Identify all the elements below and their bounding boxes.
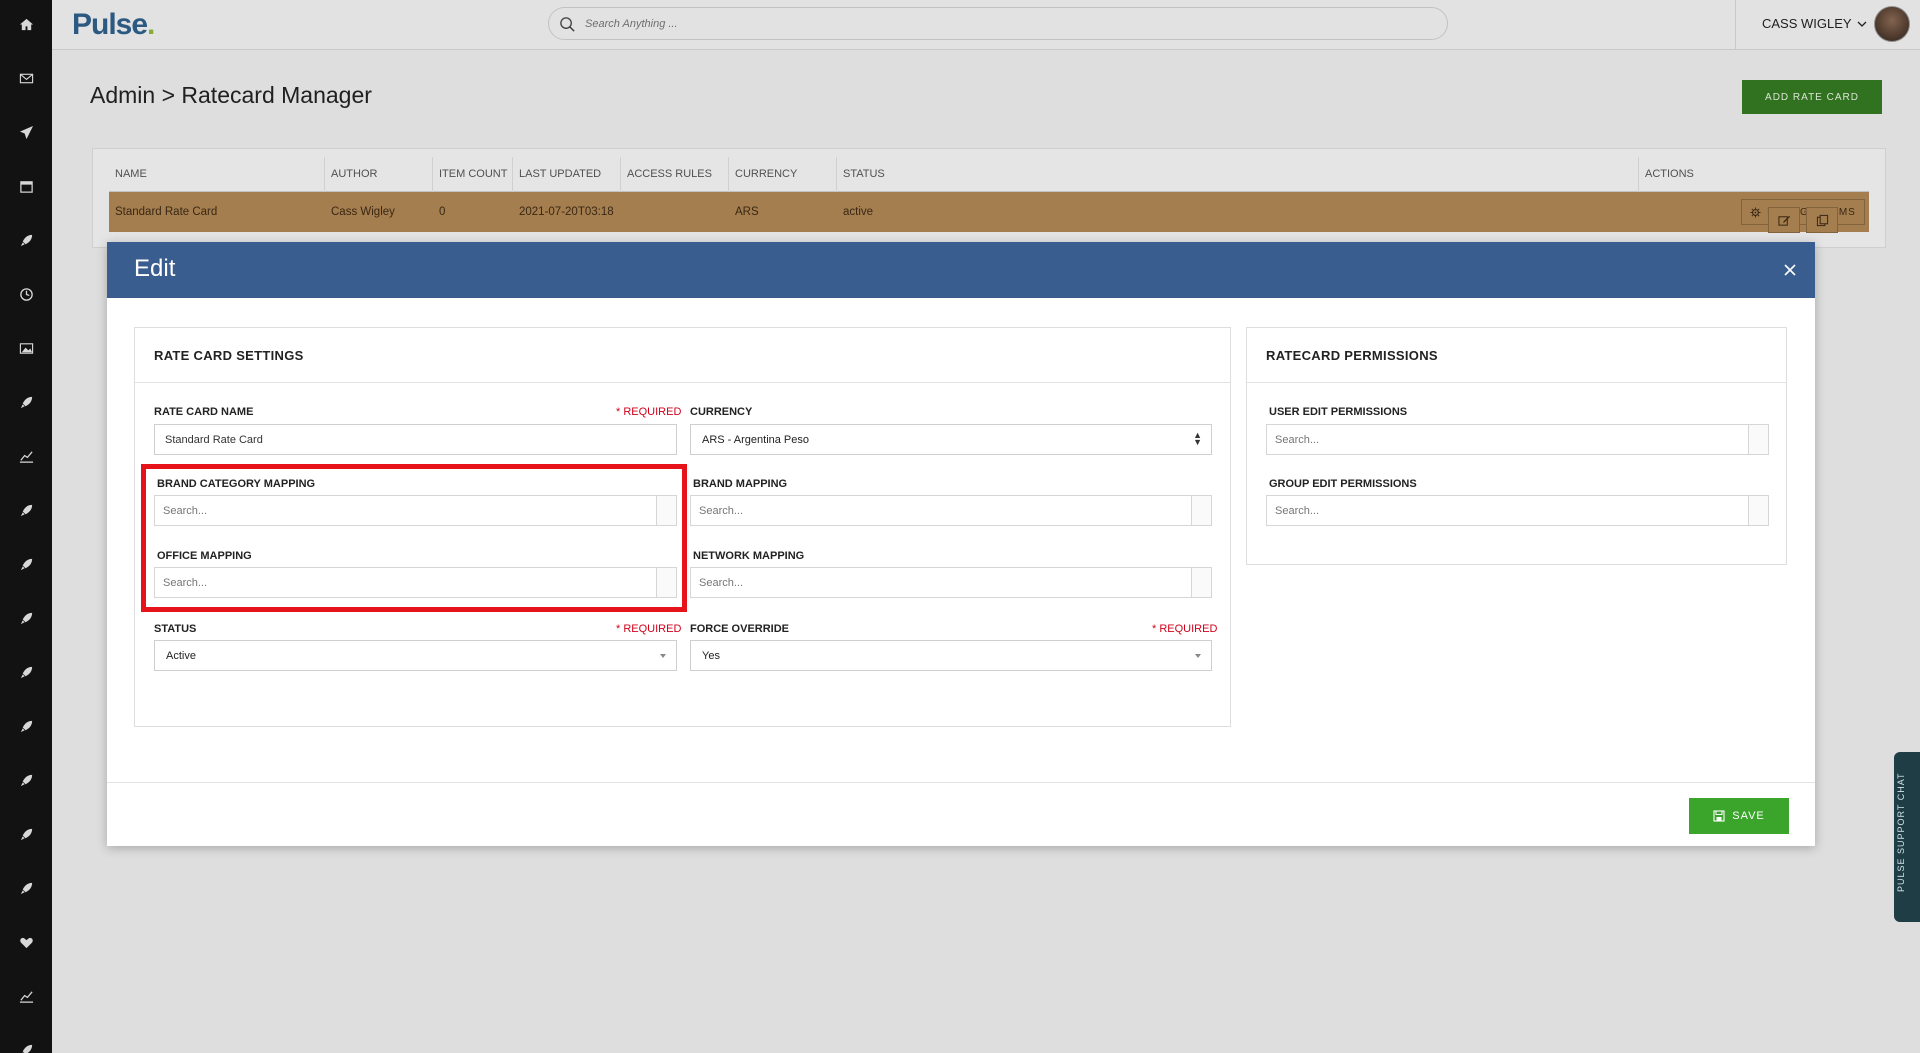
rate-card-name-label: RATE CARD NAME (154, 406, 254, 418)
ratecard-permissions-panel: RATECARD PERMISSIONS USER EDIT PERMISSIO… (1246, 327, 1787, 565)
network-mapping-field[interactable] (690, 567, 1212, 598)
network-search-input[interactable] (691, 568, 1191, 597)
save-button[interactable]: SAVE (1689, 798, 1789, 834)
user-permissions-search-input[interactable] (1267, 425, 1747, 454)
user-edit-permissions-label: USER EDIT PERMISSIONS (1269, 406, 1408, 418)
group-edit-permissions-field[interactable] (1266, 495, 1769, 526)
panel-title: RATECARD PERMISSIONS (1266, 348, 1438, 363)
force-override-select[interactable]: Yes (690, 640, 1212, 671)
required-indicator: * REQUIRED (616, 406, 682, 418)
footer-divider (107, 782, 1815, 783)
required-indicator: * REQUIRED (1152, 623, 1218, 635)
rate-card-name-input[interactable] (154, 424, 677, 455)
force-override-value: Yes (702, 650, 720, 662)
panel-header: RATECARD PERMISSIONS (1247, 328, 1786, 383)
modal-title: Edit (134, 255, 176, 282)
brand-search-input[interactable] (691, 496, 1191, 525)
group-edit-permissions-label: GROUP EDIT PERMISSIONS (1269, 478, 1417, 490)
field-toggle[interactable] (1191, 496, 1211, 525)
status-select[interactable]: Active (154, 640, 677, 671)
support-chat-label: PULSE SUPPORT CHAT (1896, 772, 1906, 892)
status-value: Active (166, 650, 196, 662)
modal-header: Edit (107, 242, 1815, 298)
force-override-label: FORCE OVERRIDE (690, 623, 790, 635)
currency-label: CURRENCY (690, 406, 753, 418)
close-button[interactable] (1782, 262, 1798, 278)
required-indicator: * REQUIRED (616, 623, 682, 635)
status-label: STATUS (154, 623, 197, 635)
brand-mapping-field[interactable] (690, 495, 1212, 526)
group-permissions-search-input[interactable] (1267, 496, 1747, 525)
user-edit-permissions-field[interactable] (1266, 424, 1769, 455)
caret-down-icon (660, 654, 666, 658)
support-chat-tab[interactable]: PULSE SUPPORT CHAT (1894, 752, 1920, 922)
save-icon (1713, 810, 1725, 822)
currency-value: ARS - Argentina Peso (702, 434, 810, 446)
field-toggle[interactable] (1748, 496, 1768, 525)
field-toggle[interactable] (1748, 425, 1768, 454)
panel-title: RATE CARD SETTINGS (154, 348, 304, 363)
field-toggle[interactable] (1191, 568, 1211, 597)
updown-icon: ▲ ▼ (1193, 430, 1202, 447)
panel-header: RATE CARD SETTINGS (135, 328, 1230, 383)
currency-select[interactable]: ARS - Argentina Peso ▲ ▼ (690, 424, 1212, 455)
highlight-box (141, 464, 687, 612)
network-mapping-label: NETWORK MAPPING (693, 550, 805, 562)
caret-down-icon (1195, 654, 1201, 658)
brand-mapping-label: BRAND MAPPING (693, 478, 788, 490)
close-icon (1784, 264, 1796, 276)
